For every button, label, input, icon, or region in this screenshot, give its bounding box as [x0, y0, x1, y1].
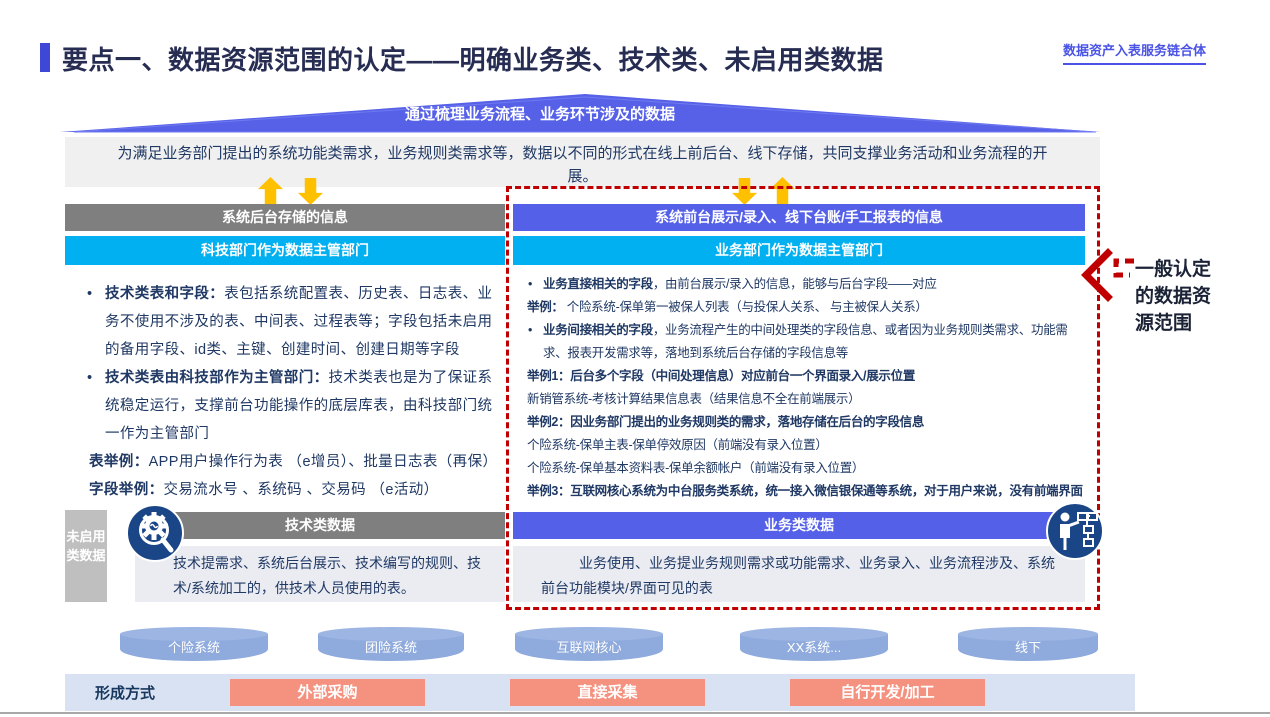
system-cylinder: 个险系统	[120, 627, 268, 661]
right-line: 业务间接相关的字段，业务流程产生的中间处理类的字段信息、或者因为业务规则类需求、…	[513, 319, 1085, 365]
title-accent-bar	[40, 43, 50, 72]
right-content-box: 业务直接相关的字段，由前台展示/录入的信息，能够与后台字段——对应 举例： 个险…	[513, 266, 1085, 506]
formation-label: 形成方式	[95, 685, 156, 702]
formation-method: 自行开发/加工	[790, 679, 985, 706]
line-text: ，由前台展示/录入的信息，能够与后台字段——对应	[652, 277, 937, 291]
gear-magnifier-icon	[126, 504, 184, 562]
left-subheader-bar: 科技部门作为数据主管部门	[65, 236, 505, 265]
right-line: 举例2：因业务部门提出的业务规则类的需求，落地存储在后台的字段信息	[513, 411, 1085, 434]
bullet-label: 技术类表和字段：	[105, 286, 225, 302]
slide-canvas: 要点一、数据资源范围的认定——明确业务类、技术类、未启用类数据 数据资产入表服务…	[0, 0, 1270, 717]
tech-category-desc: 技术提需求、系统后台展示、技术编写的规则、技术/系统加工的，供技术人员使用的表。	[135, 546, 505, 602]
formation-method: 外部采购	[230, 679, 425, 706]
line-label: 举例：	[527, 300, 564, 314]
system-cylinder: 团险系统	[318, 627, 464, 661]
left-bullet: 技术类表由科技部作为主管部门：技术类表也是为了保证系统稳定运行，支撑前台功能操作…	[65, 364, 505, 448]
right-line: 个险系统-保单主表-保单停效原因（前端没有录入位置）	[513, 434, 1085, 457]
system-label: 团险系统	[364, 640, 417, 655]
bottom-divider	[0, 712, 1270, 714]
right-line: 新销管系统-考核计算结果信息表（结果信息不全在前端展示）	[513, 388, 1085, 411]
line-label: 业务直接相关的字段	[543, 277, 653, 291]
corner-brand-tag: 数据资产入表服务链合体	[1062, 40, 1206, 65]
left-bullet: 技术类表和字段：表包括系统配置表、历史表、日志表、业务不使用不涉及的表、中间表、…	[65, 280, 505, 364]
formation-method: 直接采集	[510, 679, 705, 706]
system-cylinder: XX系统...	[740, 627, 888, 661]
left-example: 字段举例：交易流水号 、系统码 、交易码 （e活动）	[65, 476, 505, 504]
right-line: 业务直接相关的字段，由前台展示/录入的信息，能够与后台字段——对应	[513, 273, 1085, 296]
system-label: 个险系统	[167, 640, 220, 655]
right-line: 举例： 个险系统-保单第一被保人列表（与投保人关系、 与主被保人关系）	[513, 296, 1085, 319]
line-text: 个险系统-保单第一被保人列表（与投保人关系、 与主被保人关系）	[563, 300, 928, 314]
right-line: 举例1：后台多个字段（中间处理信息）对应前台一个界面录入/展示位置	[513, 365, 1085, 388]
tech-category-bar: 技术类数据	[135, 512, 505, 539]
unused-category-box: 未启用类数据	[65, 510, 107, 602]
system-cylinder: 互联网核心	[515, 627, 663, 661]
right-header-bar: 系统前台展示/录入、线下台账/手工报表的信息	[513, 204, 1085, 231]
left-example: 表举例：APP用户操作行为表 （e增员）、批量日志表（再保）	[65, 448, 505, 476]
example-text: APP用户操作行为表 （e增员）、批量日志表（再保）	[148, 454, 498, 470]
system-label: 线下	[1014, 640, 1041, 655]
intro-box: 为满足业务部门提出的系统功能类需求，业务规则类需求等，数据以不同的形式在线上前后…	[65, 137, 1100, 187]
example-label: 表举例：	[89, 454, 149, 470]
example-label: 字段举例：	[89, 482, 164, 498]
right-subheader-bar: 业务部门作为数据主管部门	[513, 236, 1085, 265]
scope-arrow-icon	[1081, 248, 1134, 302]
page-title: 要点一、数据资源范围的认定——明确业务类、技术类、未启用类数据	[62, 45, 884, 75]
line-label: 举例1：后台多个字段（中间处理信息）对应前台一个界面录入/展示位置	[527, 369, 916, 383]
system-label: XX系统...	[786, 640, 842, 655]
line-label: 举例3：互联网核心系统为中台服务类系统，统一接入微信银保通等系统，对于用户来说，…	[527, 484, 1083, 498]
left-content-box: 技术类表和字段：表包括系统配置表、历史表、日志表、业务不使用不涉及的表、中间表、…	[65, 266, 505, 506]
person-orgchart-icon	[1046, 502, 1104, 560]
business-category-bar: 业务类数据	[513, 512, 1085, 539]
right-line: 个险系统-保单基本资料表-保单余额帐户（前端没有录入位置）	[513, 457, 1085, 480]
system-label: 互联网核心	[556, 640, 622, 655]
business-category-desc: 业务使用、业务提业务规则需求或功能需求、业务录入、业务流程涉及、系统前台功能模块…	[513, 546, 1085, 602]
funnel-label: 通过梳理业务流程、业务环节涉及的数据	[404, 106, 675, 123]
scope-annotation: 一般认定的数据资源范围	[1135, 259, 1212, 334]
line-label: 业务间接相关的字段	[543, 323, 653, 337]
system-cylinder: 线下	[958, 627, 1098, 661]
line-text: 个险系统-保单主表-保单停效原因（前端没有录入位置）	[527, 438, 828, 452]
right-line: 举例3：互联网核心系统为中台服务类系统，统一接入微信银保通等系统，对于用户来说，…	[513, 480, 1085, 503]
line-text: 新销管系统-考核计算结果信息表（结果信息不全在前端展示）	[527, 392, 861, 406]
bullet-label: 技术类表由科技部作为主管部门：	[105, 370, 329, 386]
line-text: 个险系统-保单基本资料表-保单余额帐户（前端没有录入位置）	[527, 461, 865, 475]
line-label: 举例2：因业务部门提出的业务规则类的需求，落地存储在后台的字段信息	[527, 415, 925, 429]
left-header-bar: 系统后台存储的信息	[65, 204, 505, 231]
example-text: 交易流水号 、系统码 、交易码 （e活动）	[163, 482, 439, 498]
